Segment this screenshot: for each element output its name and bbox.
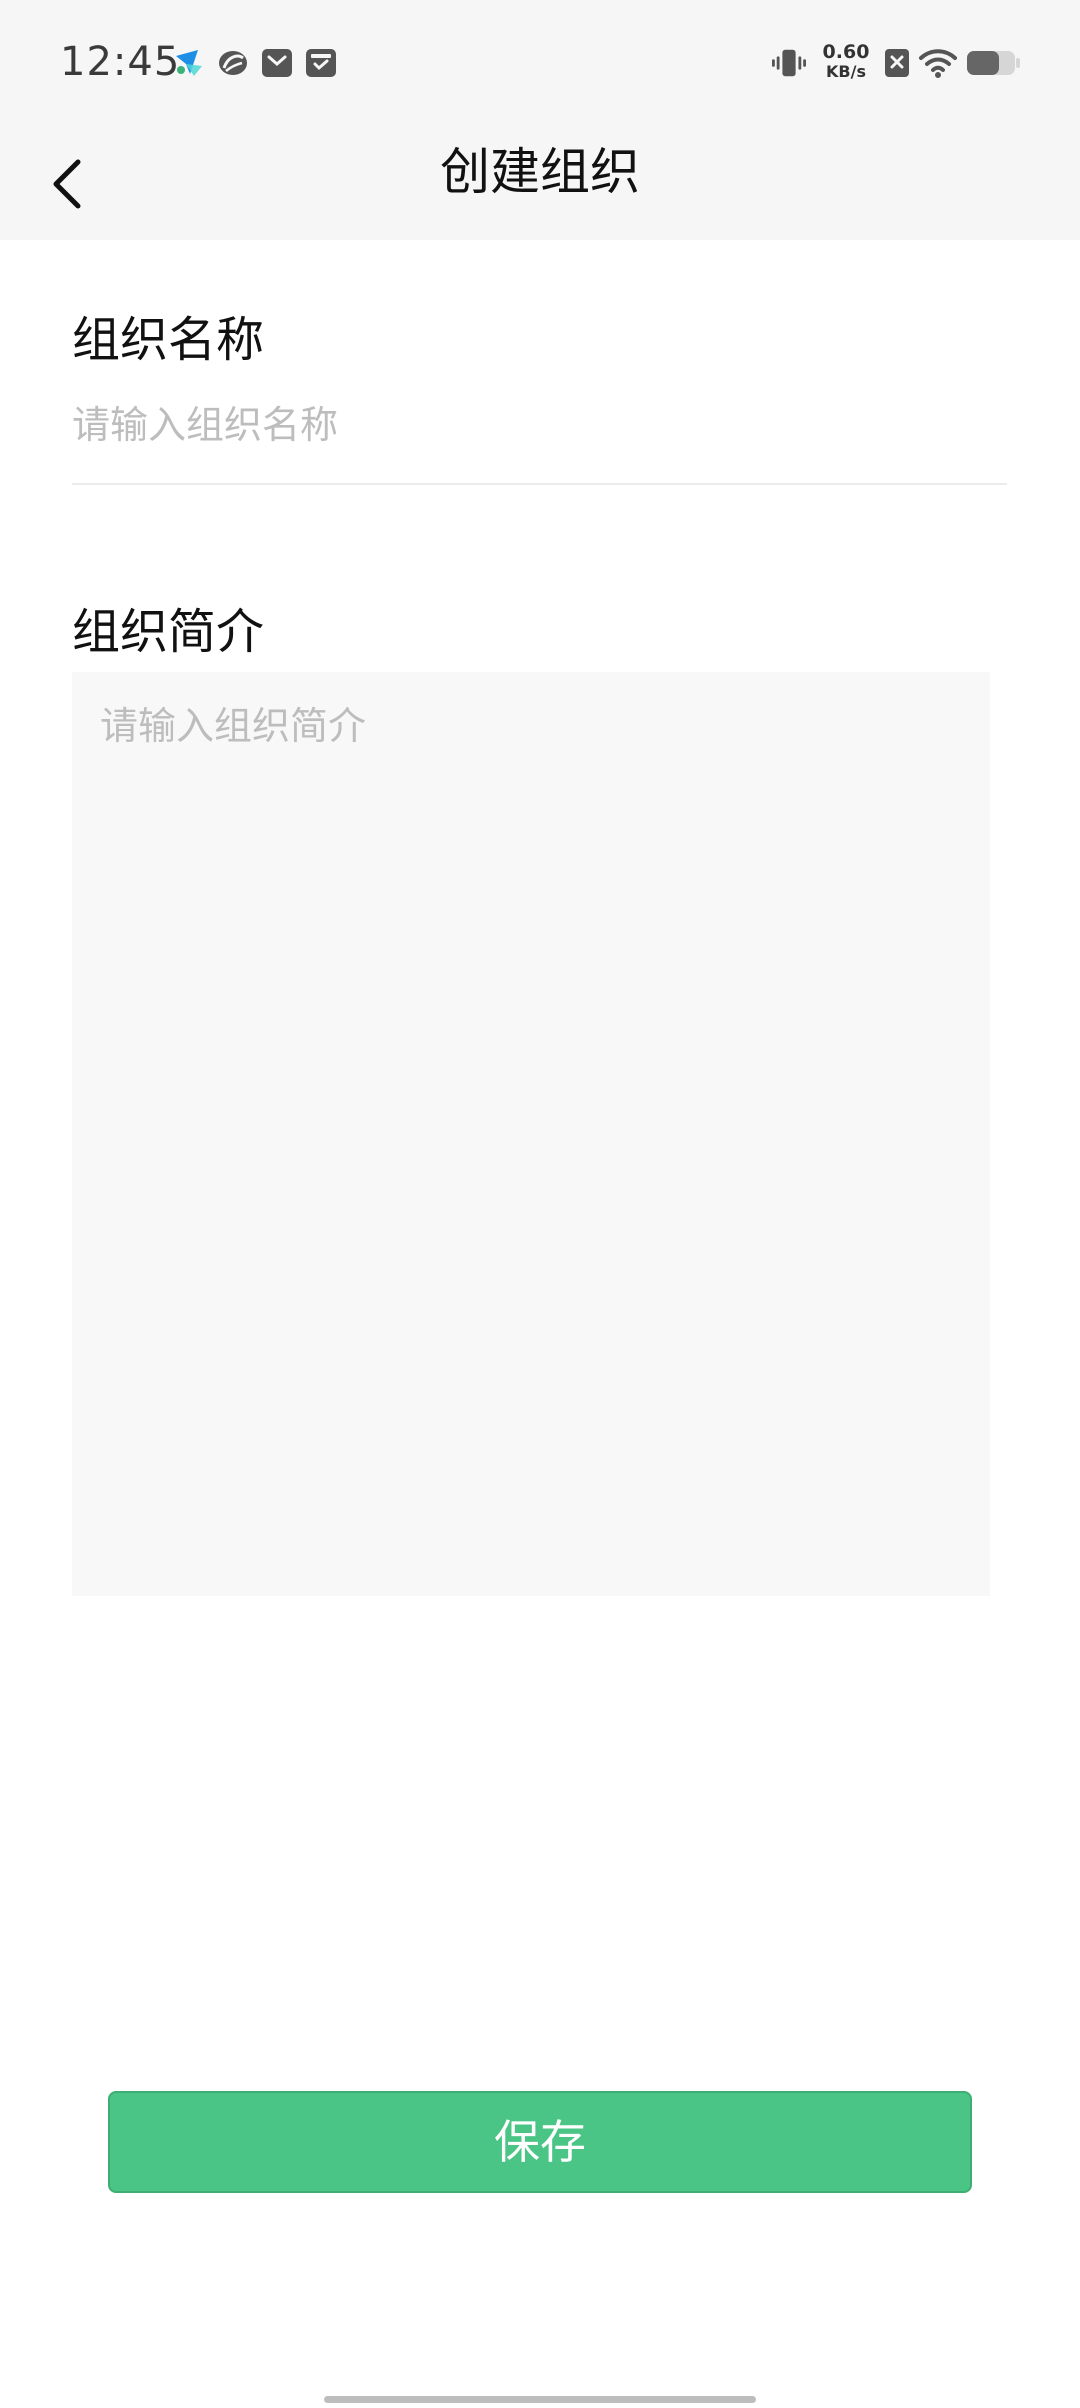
- net-speed-indicator: 0.60 KB/s: [816, 42, 876, 82]
- sync-app-icon: [219, 51, 247, 75]
- vibrate-icon: [772, 49, 806, 77]
- org-intro-textarea[interactable]: [72, 672, 990, 1596]
- home-indicator: [324, 2396, 756, 2403]
- header: 创建组织: [0, 128, 1080, 240]
- net-speed-value: 0.60: [822, 41, 870, 63]
- status-bar: 12:45 0.60 KB/s: [0, 0, 1080, 128]
- mail-app-icon: [262, 49, 292, 77]
- net-speed-unit: KB/s: [826, 62, 866, 81]
- org-name-divider: [72, 483, 1007, 485]
- chevron-left-icon: [53, 159, 81, 209]
- wifi-icon: [919, 49, 957, 78]
- feishu-app-icon: [176, 50, 202, 76]
- page-title: 创建组织: [440, 143, 640, 201]
- back-button[interactable]: [40, 146, 110, 216]
- org-name-input[interactable]: [72, 390, 1007, 460]
- battery-icon: [967, 51, 1020, 75]
- inbox-app-icon: [306, 49, 336, 77]
- org-name-label: 组织名称: [72, 312, 265, 368]
- save-button[interactable]: 保存: [108, 2091, 972, 2193]
- org-intro-label: 组织简介: [72, 604, 265, 660]
- status-time: 12:45: [60, 39, 181, 85]
- sim-no-signal-icon: [885, 49, 909, 77]
